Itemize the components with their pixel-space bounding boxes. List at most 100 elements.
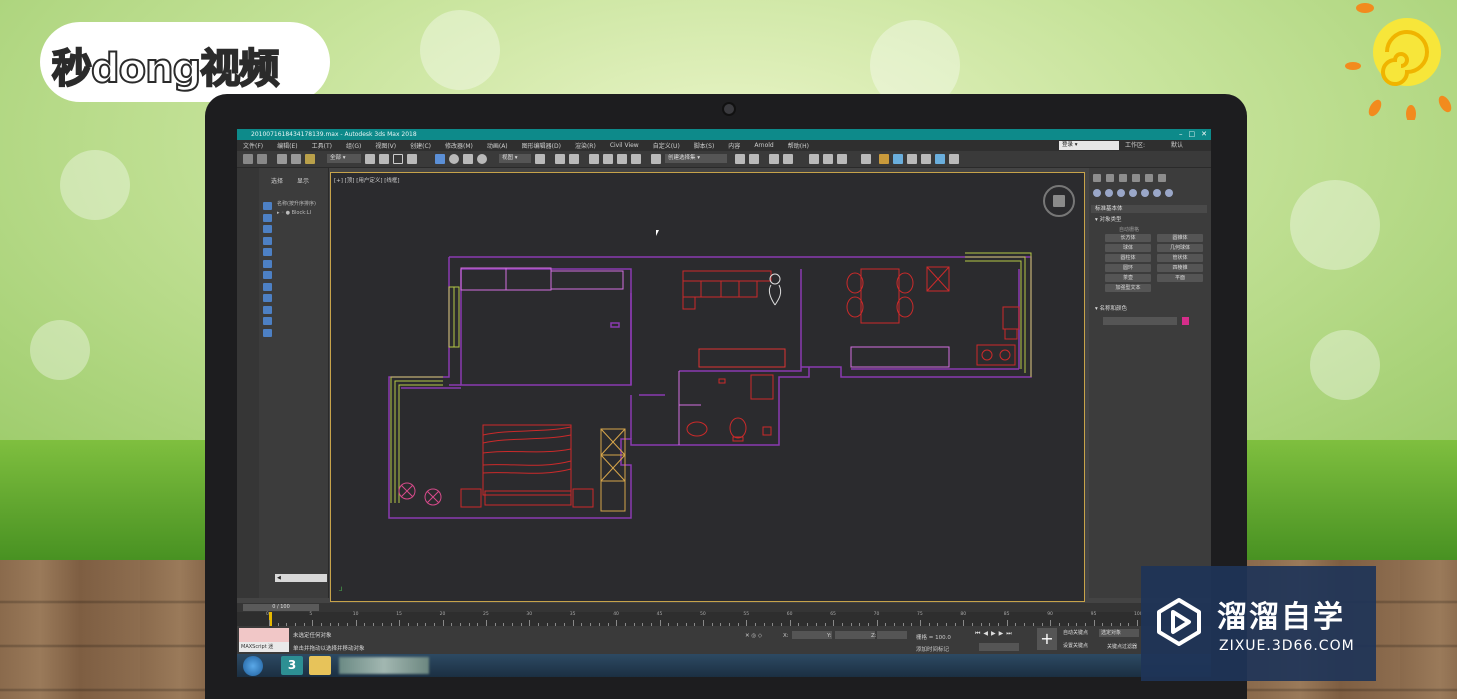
rendered-frame-icon[interactable]	[879, 154, 889, 164]
render-iterative-icon[interactable]	[907, 154, 917, 164]
explorer-name-header[interactable]: 名称(按升序排序)	[277, 200, 316, 207]
auto-key-button[interactable]: 自动关键点	[1063, 629, 1088, 636]
menu-group[interactable]: 组(G)	[346, 141, 361, 150]
filter-helpers-icon[interactable]	[263, 248, 272, 256]
filter-hidden-icon[interactable]	[263, 328, 272, 337]
file-explorer-taskbar-icon[interactable]	[309, 656, 331, 675]
cylinder-button[interactable]: 圆柱体	[1105, 254, 1151, 262]
tab-select[interactable]: 选择	[271, 178, 283, 185]
track-bar[interactable]: 0 5 10 15 20 25 30 35 40 45 50 55 60 65 70 75 80 85 90 95 10…	[237, 612, 1211, 626]
plane-button[interactable]: 平面	[1157, 274, 1203, 282]
current-frame-field[interactable]: 0	[979, 643, 1019, 660]
object-name-field[interactable]	[1103, 317, 1177, 325]
menu-animation[interactable]: 动画(A)	[487, 141, 508, 150]
tube-button[interactable]: 管状体	[1157, 254, 1203, 262]
filter-cameras-icon[interactable]	[263, 236, 272, 245]
spacewarps-category-icon[interactable]	[1153, 189, 1161, 197]
hierarchy-tab-icon[interactable]	[1119, 174, 1127, 182]
close-button[interactable]: ✕	[1201, 129, 1207, 140]
menu-civil-view[interactable]: Civil View	[610, 142, 639, 149]
geosphere-button[interactable]: 几何球体	[1157, 244, 1203, 252]
material-editor-icon[interactable]	[837, 154, 847, 164]
playback-controls[interactable]: ⏮◀▶▶⏭	[975, 630, 1015, 638]
menu-rendering[interactable]: 渲染(R)	[575, 141, 596, 150]
display-tab-icon[interactable]	[1145, 174, 1153, 182]
render-production-icon[interactable]	[893, 154, 903, 164]
rect-selection-icon[interactable]	[393, 154, 403, 164]
tab-display[interactable]: 显示	[297, 178, 309, 185]
menu-customize[interactable]: 自定义(U)	[653, 141, 680, 150]
helpers-category-icon[interactable]	[1141, 189, 1149, 197]
mirror-icon[interactable]	[735, 154, 745, 164]
angle-snap-icon[interactable]	[603, 154, 613, 164]
viewport-top[interactable]: [+] [顶] [用户定义] [线框] ⅃	[330, 172, 1085, 602]
menu-file[interactable]: 文件(F)	[243, 141, 263, 150]
motion-tab-icon[interactable]	[1132, 174, 1140, 182]
percent-snap-icon[interactable]	[617, 154, 627, 164]
filter-shapes-icon[interactable]	[263, 213, 272, 222]
explorer-scroll-field[interactable]: ◀	[275, 574, 327, 582]
cone-button[interactable]: 圆锥体	[1157, 234, 1203, 242]
workspace-dropdown[interactable]: 默认	[1171, 140, 1183, 151]
render-environment-icon[interactable]	[949, 154, 959, 164]
sphere-button[interactable]: 球体	[1105, 244, 1151, 252]
menu-scripting[interactable]: 脚本(S)	[694, 141, 715, 150]
menu-help[interactable]: 帮助(H)	[788, 141, 809, 150]
select-place-icon[interactable]	[477, 154, 487, 164]
filter-xrefs-icon[interactable]	[263, 282, 272, 291]
filter-containers-icon[interactable]	[263, 305, 272, 314]
selected-object-dropdown[interactable]: 选定对象	[1099, 629, 1139, 637]
torus-button[interactable]: 圆环	[1105, 264, 1151, 272]
select-manipulate-icon[interactable]	[555, 154, 565, 164]
window-crossing-icon[interactable]	[407, 154, 417, 164]
3dsmax-taskbar-icon[interactable]: 3	[281, 656, 303, 675]
link-icon[interactable]	[277, 154, 287, 164]
create-tab-icon[interactable]	[1093, 174, 1101, 182]
maxscript-listener[interactable]: MAXScript 迷	[239, 628, 289, 652]
filter-frozen-icon[interactable]	[263, 317, 272, 325]
primitive-type-dropdown[interactable]: 标准基本体	[1091, 205, 1207, 213]
align-icon[interactable]	[749, 154, 759, 164]
schematic-view-icon[interactable]	[823, 154, 833, 164]
key-filters-button[interactable]: 关键点过滤器	[1107, 643, 1137, 650]
object-color-swatch[interactable]	[1182, 317, 1189, 325]
select-rotate-icon[interactable]	[449, 154, 459, 164]
snaps-toggle-icon[interactable]	[589, 154, 599, 164]
autogrid-checkbox[interactable]: 自动栅格	[1119, 226, 1139, 233]
render-setup-icon[interactable]	[861, 154, 871, 164]
utilities-tab-icon[interactable]	[1158, 174, 1166, 182]
textplus-button[interactable]: 加强型文本	[1105, 284, 1151, 292]
set-key-button[interactable]: 设置关键点	[1063, 642, 1088, 649]
select-by-name-icon[interactable]	[379, 154, 389, 164]
y-coord-field[interactable]	[835, 631, 875, 639]
login-dropdown[interactable]: 登录 ▾	[1059, 141, 1119, 150]
add-time-tag-button[interactable]: 添加时间标记	[916, 645, 949, 653]
render-teapot-icon[interactable]	[935, 154, 945, 164]
time-slider[interactable]: 0 / 100	[237, 603, 1211, 612]
spinner-snap-icon[interactable]	[631, 154, 641, 164]
selection-filter-dropdown[interactable]: 全部 ▾	[327, 154, 361, 163]
select-move-icon[interactable]	[435, 154, 445, 164]
menu-views[interactable]: 视图(V)	[375, 141, 396, 150]
undo-icon[interactable]	[243, 154, 253, 164]
minimize-button[interactable]: –	[1179, 129, 1183, 140]
menu-content[interactable]: 内容	[728, 141, 740, 150]
menu-graph-editors[interactable]: 图形编辑器(D)	[522, 141, 561, 150]
shapes-category-icon[interactable]	[1105, 189, 1113, 197]
teapot-button[interactable]: 茶壶	[1105, 274, 1151, 282]
pyramid-button[interactable]: 四棱锥	[1157, 264, 1203, 272]
x-coord-field[interactable]	[792, 631, 832, 639]
keyboard-shortcut-icon[interactable]	[569, 154, 579, 164]
viewport-navigation-plus-icon[interactable]: +	[1037, 628, 1057, 650]
modify-tab-icon[interactable]	[1106, 174, 1114, 182]
box-button[interactable]: 长方体	[1105, 234, 1151, 242]
unlink-icon[interactable]	[291, 154, 301, 164]
windows-start-icon[interactable]	[243, 656, 263, 676]
redo-icon[interactable]	[257, 154, 267, 164]
z-coord-field[interactable]	[877, 631, 907, 639]
lights-category-icon[interactable]	[1117, 189, 1125, 197]
menu-tools[interactable]: 工具(T)	[312, 141, 332, 150]
named-selection-set-dropdown[interactable]: 创建选择集 ▾	[665, 154, 727, 163]
filter-spacewarps-icon[interactable]	[263, 259, 272, 268]
time-slider-thumb[interactable]: 0 / 100	[243, 604, 319, 611]
